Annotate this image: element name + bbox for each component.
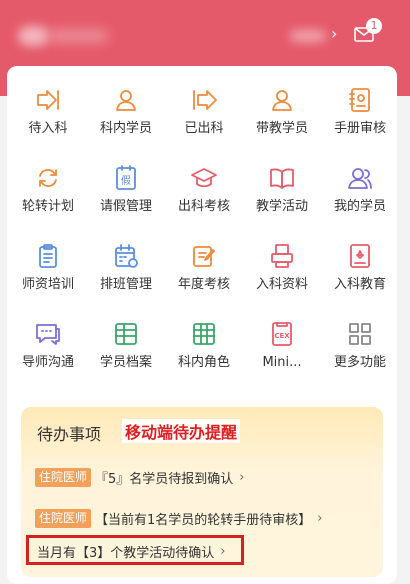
grid-item-label: 已出科 [184, 121, 224, 136]
grid-item-label: 导师沟通 [21, 355, 74, 370]
printer-icon [271, 244, 293, 268]
grid-item[interactable]: 入科资料 [243, 242, 321, 302]
handbook-icon [349, 88, 370, 112]
svg-text:假: 假 [121, 174, 131, 187]
grid-item-label: 年度考核 [177, 277, 230, 292]
todo-item[interactable]: 住院医师 『5』名学员待报到确认 › [35, 467, 245, 487]
grid-item[interactable]: CEX Mini... [243, 320, 321, 380]
grid-item[interactable]: 轮转计划 [9, 164, 87, 224]
grid-item[interactable]: 教学活动 [243, 164, 321, 224]
todo-item-text: 【当前有1名学员的轮转手册待审核】 [95, 512, 312, 528]
badge-book-icon [350, 244, 370, 268]
grid-item[interactable]: 更多功能 [321, 320, 399, 380]
grid-item-label: 教学活动 [255, 199, 308, 214]
grid-item[interactable]: 学员档案 [87, 320, 165, 380]
grid-item[interactable]: 排班管理 [87, 242, 165, 302]
grid-icon [349, 323, 371, 345]
grid-item[interactable]: 待入科 [9, 86, 87, 146]
graduation-cap-icon [191, 168, 217, 188]
todo-item[interactable]: 住院医师 【当前有1名学员的轮转手册待审核】 › [35, 508, 323, 528]
grid-item-label: 入科资料 [255, 277, 308, 292]
user-icon [116, 90, 136, 111]
user-name-blurred [48, 30, 108, 42]
rotate-icon [39, 169, 57, 187]
todo-highlight-label: 移动端待办提醒 [122, 419, 241, 443]
grid-item-label: 入科教育 [333, 277, 386, 292]
chevron-right-icon: › [317, 510, 323, 526]
grid-item[interactable]: 假请假管理 [87, 164, 165, 224]
grid-item-label: Mini... [262, 355, 302, 370]
highlight-box [26, 535, 244, 565]
grid-item[interactable]: 导师沟通 [9, 320, 87, 380]
grid-item-label: 带教学员 [255, 121, 308, 136]
grid-item-label: 排班管理 [99, 277, 152, 292]
columns-icon [193, 323, 215, 345]
chat-icon [36, 324, 60, 345]
cex-icon: CEX [272, 322, 292, 346]
grid-item-label: 出科考核 [177, 199, 230, 214]
grid-item-label: 师资培训 [21, 277, 74, 292]
todo-title: 待办事项 [37, 425, 102, 444]
grid-item-label: 科内角色 [177, 355, 230, 370]
clipboard-icon [39, 244, 57, 268]
users-icon [348, 168, 372, 189]
archive-icon [115, 323, 137, 345]
exit-arrow-icon [193, 90, 217, 110]
grid-item[interactable]: 我的学员 [321, 164, 399, 224]
status-badge: 住院医师 [35, 467, 92, 487]
grid-item-label: 手册审核 [333, 121, 386, 136]
edit-icon [193, 246, 215, 267]
grid-item[interactable]: 入科教育 [321, 242, 399, 302]
grid-item-label: 科内学员 [99, 121, 152, 136]
grid-item-label: 轮转计划 [21, 199, 74, 214]
grid-item[interactable]: 科内学员 [87, 86, 165, 146]
main-card: 待入科 科内学员 已出科 带教学员 手册审核 轮转计划假请假管理 出科考核 教学活动 我的学员师… [7, 66, 397, 584]
department-blurred[interactable] [290, 30, 326, 42]
grid-item-label: 更多功能 [333, 355, 386, 370]
book-icon [270, 168, 294, 189]
svg-text:CEX: CEX [274, 332, 290, 340]
notification-badge: 1 [366, 18, 382, 34]
avatar[interactable] [18, 26, 48, 46]
calendar-icon [115, 244, 138, 268]
status-badge: 住院医师 [35, 508, 92, 528]
grid-item-label: 待入科 [28, 121, 68, 136]
grid-item[interactable]: 年度考核 [165, 242, 243, 302]
todo-panel: 待办事项 移动端待办提醒 住院医师 『5』名学员待报到确认 › 住院医师 【当前… [21, 407, 383, 577]
chevron-right-icon[interactable]: › [331, 24, 337, 44]
leave-icon: 假 [116, 165, 136, 190]
grid-item[interactable]: 已出科 [165, 86, 243, 146]
grid-item[interactable]: 出科考核 [165, 164, 243, 224]
grid-item[interactable]: 师资培训 [9, 242, 87, 302]
grid-item-label: 学员档案 [99, 355, 152, 370]
grid-item[interactable]: 手册审核 [321, 86, 399, 146]
enter-arrow-icon [37, 90, 59, 110]
grid-item[interactable]: 带教学员 [243, 86, 321, 146]
chevron-right-icon: › [239, 469, 245, 485]
user-icon [272, 90, 292, 111]
grid-item-label: 我的学员 [333, 199, 386, 214]
grid-item-label: 请假管理 [99, 199, 152, 214]
grid-item[interactable]: 科内角色 [165, 320, 243, 380]
todo-item-text: 『5』名学员待报到确认 [95, 471, 234, 487]
